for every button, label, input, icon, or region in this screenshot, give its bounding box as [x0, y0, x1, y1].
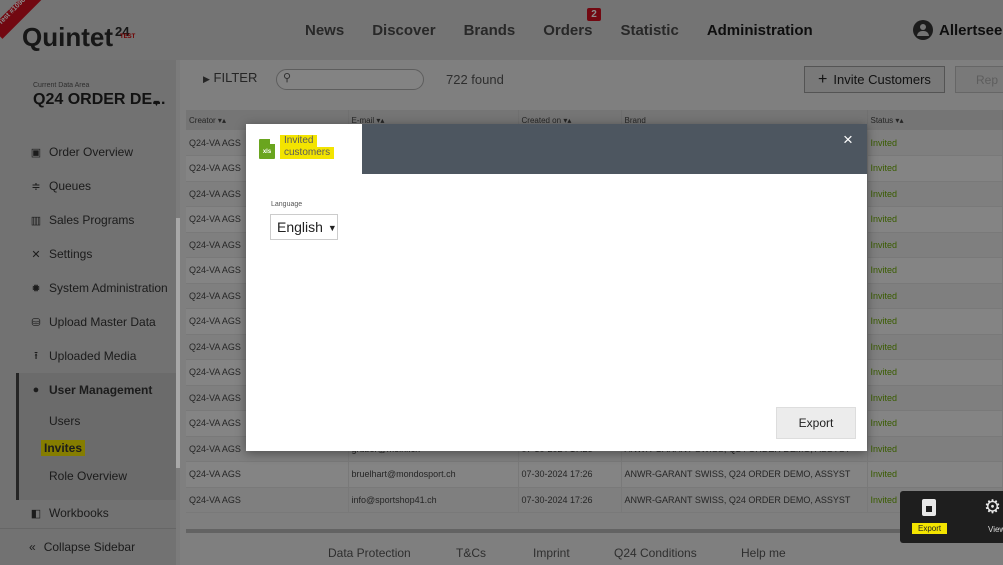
overlay-dim-top — [0, 0, 1003, 60]
toolbar: ▶ FILTER ⚲ 722 found + Invite Customers … — [180, 60, 1003, 100]
table-cell: Invited — [867, 257, 1003, 284]
footer-imprint[interactable]: Imprint — [533, 546, 570, 560]
table-cell: Invited — [867, 130, 1003, 156]
table-cell: info@sportshop41.ch — [348, 487, 519, 513]
xls-file-icon: xls — [259, 139, 275, 159]
top-bar: Test #109671 Quintet 24 TEST News Discove… — [0, 0, 1003, 60]
plus-icon: + — [818, 70, 828, 88]
tool-view-label[interactable]: View — [988, 525, 1003, 534]
table-cell: Invited — [867, 436, 1003, 462]
table-row[interactable]: Q24-VA AGS info@sportshop41.ch 07-30-2024 … — [186, 487, 1003, 513]
table-cell: Invited — [867, 283, 1003, 309]
table-cell: 07-30-2024 17:26 — [518, 487, 622, 513]
table-cell: Invited — [867, 232, 1003, 258]
result-count: 722 found — [446, 72, 504, 87]
table-row[interactable]: Q24-VA AGS bruelhart@mondosport.ch 07-30-2… — [186, 461, 1003, 488]
sidebar: Current Data Area Q24 ORDER DE... ▼ ▣ Ord… — [0, 60, 176, 565]
tool-export-label[interactable]: Export — [912, 523, 948, 534]
footer-help-me[interactable]: Help me — [741, 546, 786, 560]
sort-icon: ▾▴ — [895, 115, 904, 125]
report-button[interactable]: Rep — [955, 66, 1003, 93]
tool-panel: Export ⚙ View — [900, 491, 1003, 543]
language-select[interactable]: English ▼ — [270, 214, 338, 240]
modal-header: xls Invited customers × — [246, 124, 867, 174]
table-cell: Invited — [867, 359, 1003, 386]
table-cell: Q24-VA AGS — [186, 487, 349, 513]
footer: Data Protection T&Cs Imprint Q24 Conditi… — [180, 540, 1003, 565]
table-cell: Invited — [867, 385, 1003, 411]
overlay-dim-sidebar — [0, 60, 176, 565]
table-horizontal-scrollbar[interactable] — [186, 529, 906, 533]
table-cell: Q24-VA AGS — [186, 461, 349, 488]
table-cell: Invited — [867, 181, 1003, 207]
close-icon[interactable]: × — [843, 130, 853, 150]
gear-icon[interactable]: ⚙ — [984, 496, 1001, 519]
table-cell: Invited — [867, 334, 1003, 360]
footer-tcs[interactable]: T&Cs — [456, 546, 486, 560]
sort-icon: ▾▴ — [217, 115, 226, 125]
triangle-right-icon: ▶ — [203, 74, 210, 84]
caret-down-icon: ▼ — [327, 223, 337, 233]
tab-label: Invited customers — [280, 135, 335, 159]
table-cell: 07-30-2024 17:26 — [518, 461, 622, 488]
table-cell: Invited — [867, 155, 1003, 182]
search-icon: ⚲ — [283, 72, 292, 84]
table-cell: bruelhart@mondosport.ch — [348, 461, 519, 488]
search-input[interactable] — [276, 69, 424, 90]
export-button[interactable]: Export — [776, 407, 856, 439]
invite-customers-button[interactable]: + Invite Customers — [804, 66, 945, 93]
table-cell: Invited — [867, 206, 1003, 233]
col-status[interactable]: Status ▾▴ — [867, 110, 1003, 130]
filter-button[interactable]: ▶ FILTER — [203, 70, 257, 85]
tab-invited-customers[interactable]: xls Invited customers — [246, 124, 362, 174]
table-cell: ANWR-GARANT SWISS, Q24 ORDER DEMO, ASSYS… — [621, 487, 868, 513]
table-cell: Invited — [867, 410, 1003, 437]
language-label: Language — [271, 201, 303, 208]
table-cell: Invited — [867, 308, 1003, 335]
export-file-icon[interactable] — [922, 499, 936, 516]
export-modal: xls Invited customers × Language English… — [246, 124, 867, 451]
footer-q24-conditions[interactable]: Q24 Conditions — [614, 546, 697, 560]
table-cell: Invited — [867, 461, 1003, 488]
footer-data-protection[interactable]: Data Protection — [328, 546, 411, 560]
table-cell: ANWR-GARANT SWISS, Q24 ORDER DEMO, ASSYS… — [621, 461, 868, 488]
